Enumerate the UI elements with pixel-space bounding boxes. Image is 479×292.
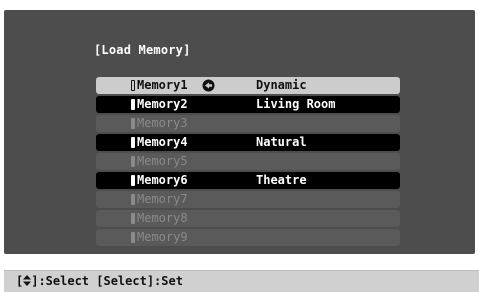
memory-marker [131, 156, 135, 167]
memory-row-7[interactable]: Memory7 [96, 191, 400, 208]
memory-row-5[interactable]: Memory5 [96, 153, 400, 170]
memory-marker [131, 99, 135, 110]
memory-row-8[interactable]: Memory8 [96, 210, 400, 227]
menu-title: [Load Memory] [94, 43, 191, 57]
help-bar: [ ]:Select [Select]:Set [4, 270, 479, 292]
memory-row-2[interactable]: Memory2 Living Room [96, 96, 400, 113]
memory-name: Memory1 [137, 78, 188, 92]
memory-list: Memory1 Dynamic Memory2 Living Room Memo… [96, 77, 400, 248]
memory-row-9[interactable]: Memory9 [96, 229, 400, 246]
memory-name: Memory9 [137, 230, 188, 244]
memory-value: Dynamic [256, 78, 307, 92]
help-select-hint: ]:Select [Select]:Set [31, 274, 183, 288]
memory-value: Living Room [256, 97, 336, 111]
memory-name: Memory5 [137, 154, 188, 168]
memory-row-3[interactable]: Memory3 [96, 115, 400, 132]
memory-marker [131, 80, 135, 91]
memory-value: Natural [256, 135, 307, 149]
cursor-arrow-circle-icon [202, 79, 215, 92]
memory-name: Memory7 [137, 192, 188, 206]
memory-marker [131, 213, 135, 224]
memory-row-1[interactable]: Memory1 Dynamic [96, 77, 400, 94]
memory-name: Memory2 [137, 97, 188, 111]
osd-menu-panel: [Load Memory] Memory1 Dynamic Memory2 Li… [4, 10, 475, 254]
memory-name: Memory3 [137, 116, 188, 130]
memory-row-4[interactable]: Memory4 Natural [96, 134, 400, 151]
memory-marker [131, 137, 135, 148]
memory-name: Memory4 [137, 135, 188, 149]
memory-value: Theatre [256, 173, 307, 187]
memory-row-6[interactable]: Memory6 Theatre [96, 172, 400, 189]
memory-marker [131, 175, 135, 186]
memory-marker [131, 232, 135, 243]
memory-name: Memory8 [137, 211, 188, 225]
memory-name: Memory6 [137, 173, 188, 187]
help-text: [ ]:Select [Select]:Set [16, 274, 183, 288]
memory-marker [131, 194, 135, 205]
help-bracket-open: [ [16, 274, 24, 288]
memory-marker [131, 118, 135, 129]
